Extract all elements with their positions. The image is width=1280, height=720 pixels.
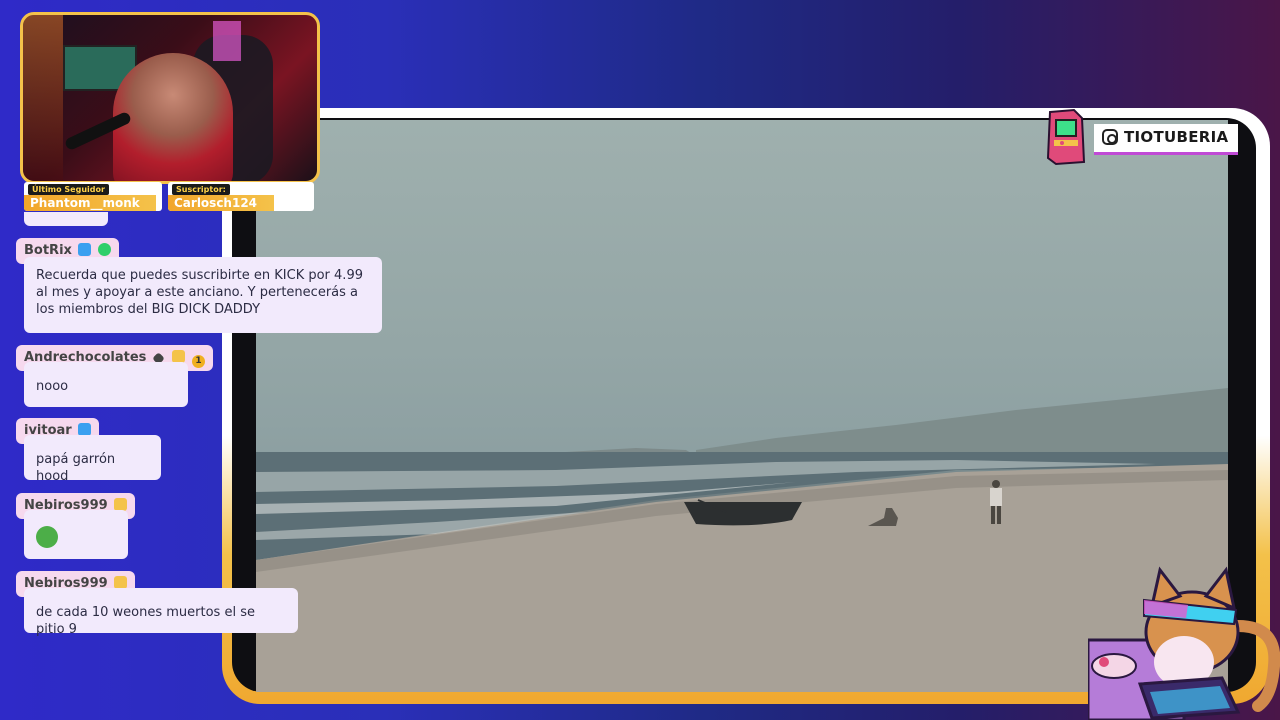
webcam-feed bbox=[20, 12, 320, 184]
last-follower-name: Phantom__monk bbox=[24, 195, 156, 211]
stream-overlay: Último Seguidor Phantom__monk Suscriptor… bbox=[0, 0, 1280, 720]
subscriber-name: Carlosch124 bbox=[168, 195, 274, 211]
video-player[interactable] bbox=[256, 120, 1228, 692]
instagram-icon bbox=[1102, 129, 1118, 145]
instagram-handle: TIOTUBERIA bbox=[1124, 128, 1229, 146]
verified-badge-icon bbox=[97, 243, 111, 256]
blue-badge-icon bbox=[78, 243, 92, 256]
chat-message: Recuerda que puedes suscribirte en KICK … bbox=[24, 257, 382, 333]
cat-mascot bbox=[1088, 566, 1280, 720]
subscriber-alert: Suscriptor: Carlosch124 bbox=[168, 182, 314, 211]
chat-message bbox=[24, 510, 128, 559]
subscriber-label: Suscriptor: bbox=[172, 184, 230, 195]
previous-message-fragment bbox=[24, 212, 108, 226]
last-follower-label: Último Seguidor bbox=[28, 184, 109, 195]
number-badge-icon: 1 bbox=[191, 355, 205, 368]
chat-message: de cada 10 weones muertos el se pitio 9 bbox=[24, 588, 298, 637]
chat-panel: BotRix Recuerda que puedes suscribirte e… bbox=[0, 212, 400, 720]
chat-message: papá garrón hood bbox=[24, 435, 161, 484]
pepe-emote-icon bbox=[36, 526, 58, 548]
username-text: BotRix bbox=[24, 243, 72, 258]
chat-message: nooo bbox=[24, 362, 188, 407]
streamer bbox=[113, 53, 233, 181]
arcade-cabinet-icon bbox=[1046, 108, 1086, 166]
social-handle-banner: TIOTUBERIA bbox=[1094, 124, 1238, 155]
last-follower-alert: Último Seguidor Phantom__monk bbox=[24, 182, 162, 211]
beach-scene bbox=[256, 388, 1228, 692]
